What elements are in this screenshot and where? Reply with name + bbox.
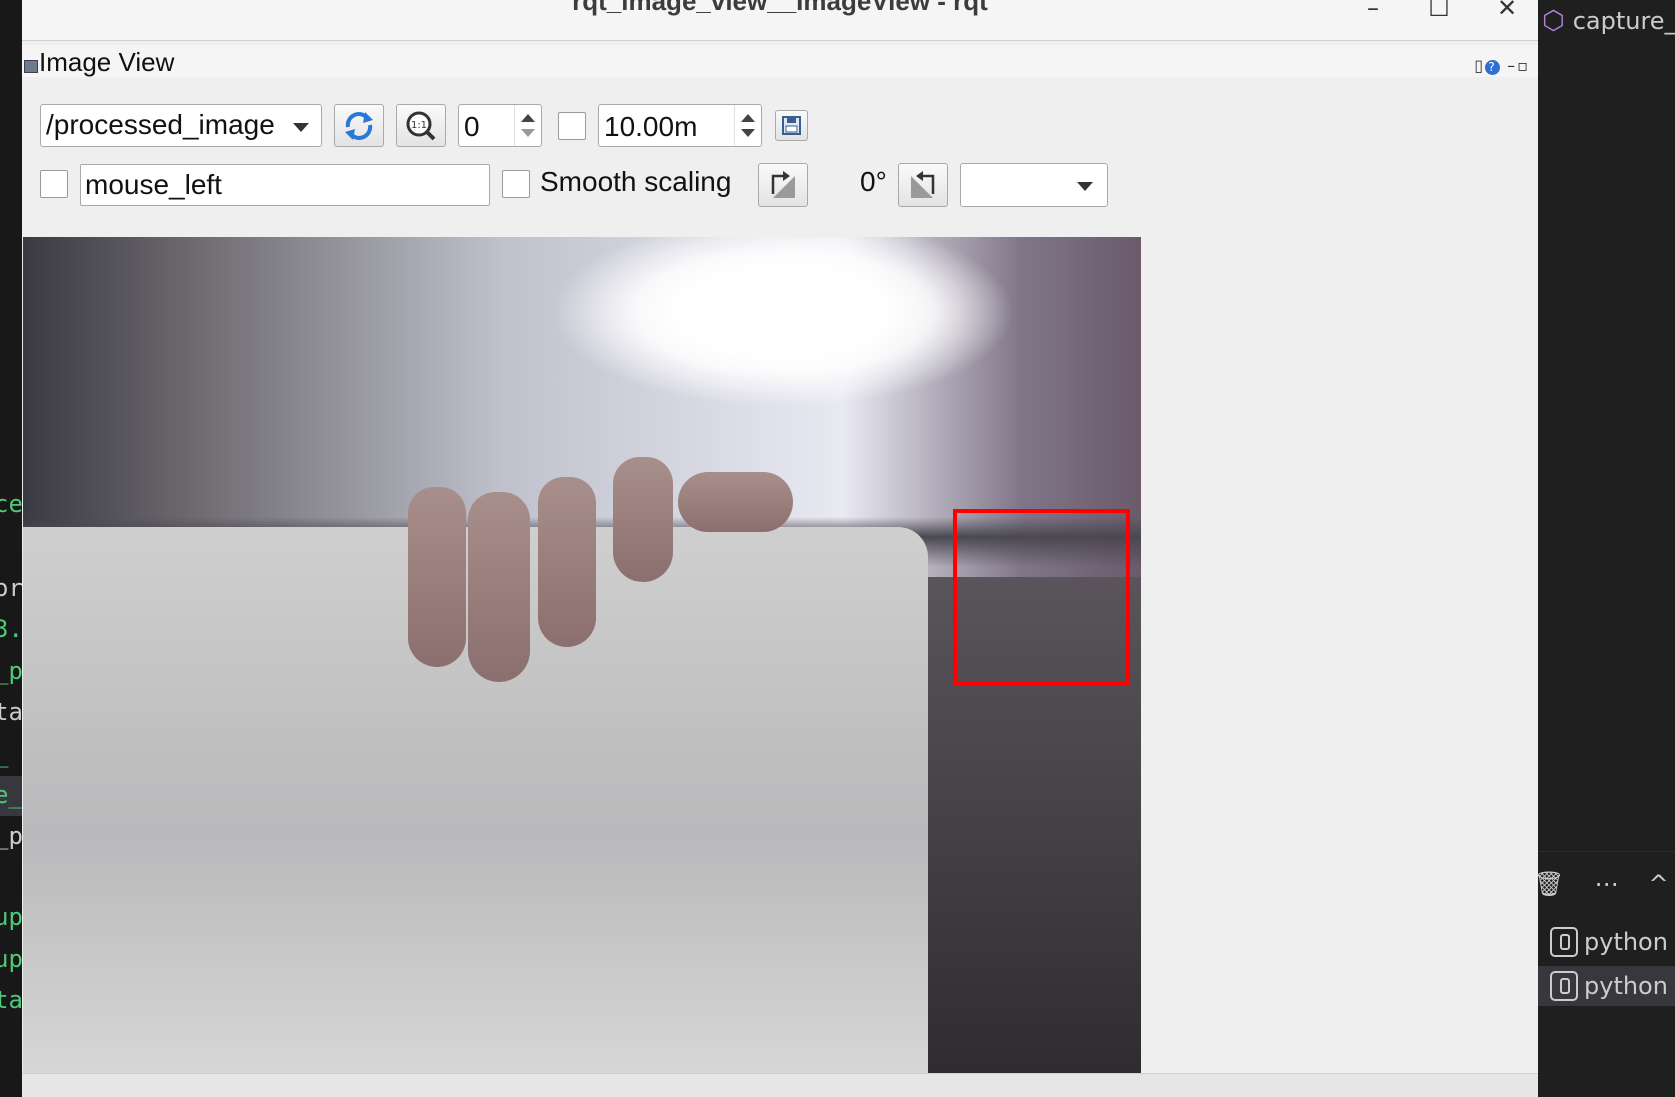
smooth-scaling-checkbox[interactable]: [502, 170, 530, 198]
save-icon: [782, 116, 801, 135]
dynamic-range-checkbox[interactable]: [558, 112, 586, 140]
topic-combo-value: /processed_image: [46, 109, 275, 140]
rotation-label: 0°: [860, 166, 887, 197]
rotate-right-button[interactable]: [898, 163, 948, 207]
python-terminal-icon: [1550, 927, 1578, 957]
zoom-spinbox-stepper[interactable]: [514, 105, 541, 146]
more-actions-icon[interactable]: ⋯: [1594, 870, 1618, 898]
editor-fragment: _: [0, 740, 8, 768]
close-plugin-icon[interactable]: ▫: [1517, 56, 1530, 75]
topic-combo[interactable]: /processed_image: [40, 104, 322, 147]
editor-fragment: _p: [0, 822, 23, 850]
window-titlebar[interactable]: rqt_image_view__ImageView - rqt – ☐ ✕: [22, 0, 1538, 41]
plugin-icon: [24, 60, 38, 73]
increment-arrow-icon: [741, 114, 755, 122]
cube-icon: ⬡: [1542, 6, 1565, 36]
increment-arrow-icon: [521, 114, 535, 122]
publish-topic-value: mouse_left: [85, 169, 222, 200]
editor-fragment: _p: [0, 657, 23, 685]
dock-icon[interactable]: ▯: [1474, 56, 1485, 75]
rotate-left-icon: [771, 171, 795, 198]
help-icon[interactable]: ?: [1485, 60, 1501, 75]
editor-fragment: orc: [0, 574, 23, 602]
python-terminal-icon: [1550, 971, 1578, 1001]
chevron-up-icon[interactable]: ^: [1648, 870, 1668, 898]
max-range-stepper[interactable]: [734, 105, 761, 146]
trash-icon[interactable]: 🗑: [1538, 870, 1564, 898]
zoom-1-button[interactable]: 1:1: [396, 104, 446, 147]
max-range-value: 10.00m: [604, 111, 698, 142]
image-content-hand: [408, 437, 828, 682]
zoom-spinbox-value: 0: [464, 111, 480, 142]
editor-fragment: ce: [0, 490, 23, 518]
terminal-label: python: [1584, 972, 1668, 1000]
editor-tab-label: capture_: [1572, 7, 1675, 35]
zoom-original-icon: 1:1: [406, 111, 436, 141]
svg-text:1:1: 1:1: [411, 120, 427, 131]
rotate-left-button[interactable]: [758, 163, 808, 207]
editor-fragment: ta: [0, 986, 23, 1014]
plugin-header-controls: ▯? –▫: [1474, 56, 1530, 75]
terminal-actions: 🗑 ⋯ ^: [1538, 870, 1669, 898]
rqt-window: rqt_image_view__ImageView - rqt – ☐ ✕ Im…: [22, 0, 1538, 1097]
plugin-title: Image View: [39, 47, 175, 77]
editor-fragment: 3.1: [0, 615, 23, 643]
panel-divider: [1538, 851, 1675, 852]
color-scheme-combo[interactable]: [960, 163, 1108, 207]
publish-click-checkbox[interactable]: [40, 170, 68, 198]
terminal-item-selected[interactable]: python: [1538, 966, 1675, 1006]
terminal-item[interactable]: python: [1538, 922, 1675, 962]
window-bottom-edge: [22, 1073, 1538, 1097]
maximize-button[interactable]: ☐: [1424, 0, 1454, 26]
background-editor-strip: ce orc 3.1 _p tac _ e_ _p up up ta: [0, 0, 23, 1097]
editor-fragment: tac: [0, 698, 23, 726]
chevron-down-icon: [1077, 182, 1093, 191]
roi-bounding-box: [953, 509, 1130, 686]
editor-fragment: e_: [0, 781, 23, 809]
editor-tab[interactable]: ⬡ capture_: [1542, 6, 1675, 36]
rotate-right-icon: [911, 171, 935, 198]
terminal-label: python: [1584, 928, 1668, 956]
editor-fragment: up: [0, 945, 23, 973]
refresh-icon: [345, 112, 373, 140]
float-icon[interactable]: –: [1507, 56, 1517, 75]
zoom-spinbox[interactable]: 0: [458, 104, 542, 147]
background-right-panel: ⬡ capture_ 🗑 ⋯ ^ python python: [1538, 0, 1675, 1097]
close-button[interactable]: ✕: [1492, 0, 1522, 26]
image-display[interactable]: [23, 237, 1141, 1073]
chevron-down-icon: [293, 123, 309, 132]
window-title: rqt_image_view__ImageView - rqt: [572, 0, 988, 16]
decrement-arrow-icon: [521, 129, 535, 137]
save-image-button[interactable]: [775, 110, 808, 141]
editor-fragment: up: [0, 903, 23, 931]
plugin-header: Image View ▯? –▫: [22, 45, 1538, 77]
minimize-button[interactable]: –: [1358, 0, 1388, 26]
max-range-spinbox[interactable]: 10.00m: [598, 104, 762, 147]
decrement-arrow-icon: [741, 129, 755, 137]
publish-topic-input[interactable]: mouse_left: [80, 164, 490, 206]
smooth-scaling-label: Smooth scaling: [540, 166, 732, 197]
refresh-topics-button[interactable]: [334, 104, 384, 147]
